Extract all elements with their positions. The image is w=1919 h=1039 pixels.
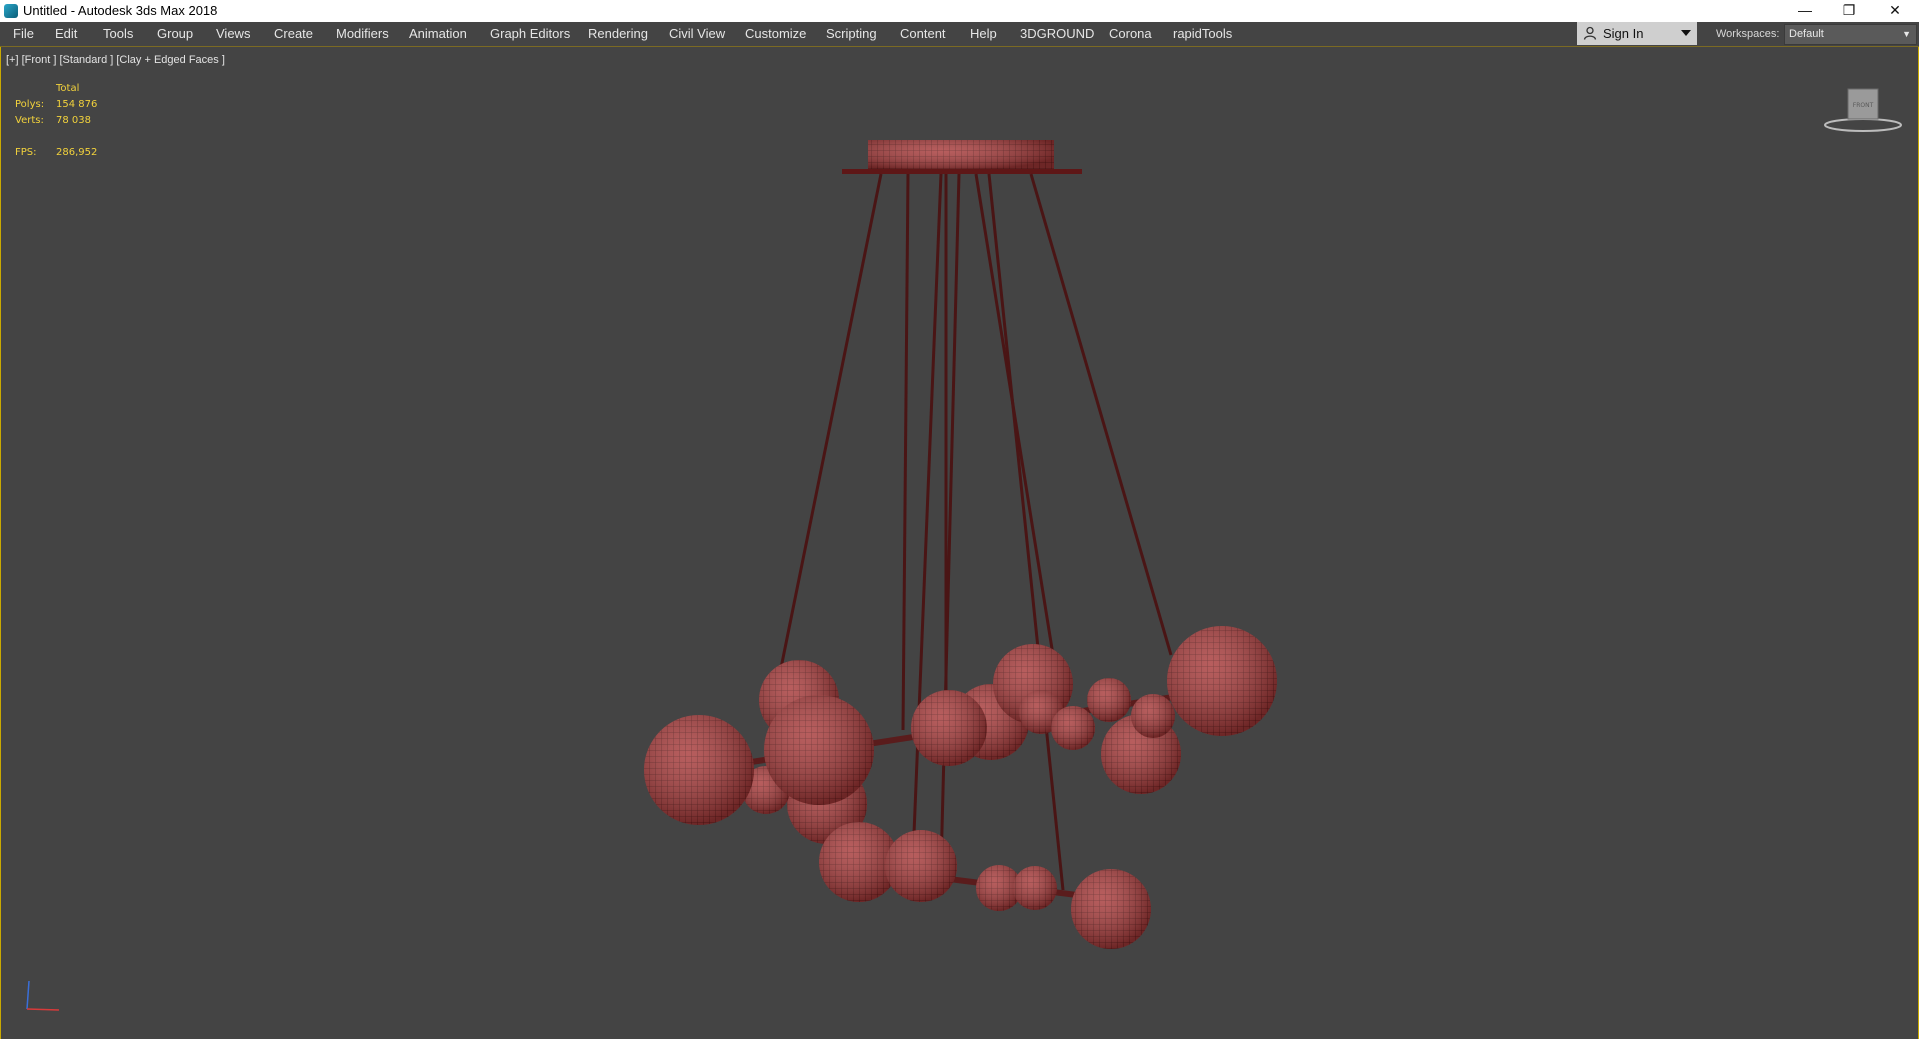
menu-animation[interactable]: Animation: [409, 22, 467, 46]
workspaces-label: Workspaces:: [1716, 28, 1780, 40]
menu-corona[interactable]: Corona: [1109, 22, 1152, 46]
menu-file[interactable]: File: [13, 22, 34, 46]
menu-customize[interactable]: Customize: [745, 22, 806, 46]
menu-modifiers[interactable]: Modifiers: [336, 22, 389, 46]
3ds-max-icon: [4, 4, 18, 18]
menu-3dground[interactable]: 3DGROUND: [1020, 22, 1094, 46]
minimize-button[interactable]: —: [1782, 0, 1828, 22]
front-viewport[interactable]: [+] [Front ] [Standard ] [Clay + Edged F…: [0, 47, 1919, 1039]
menu-views[interactable]: Views: [216, 22, 250, 46]
menu-group[interactable]: Group: [157, 22, 193, 46]
menu-rapidtools[interactable]: rapidTools: [1173, 22, 1232, 46]
menu-edit[interactable]: Edit: [55, 22, 77, 46]
menu-scripting[interactable]: Scripting: [826, 22, 877, 46]
menu-create[interactable]: Create: [274, 22, 313, 46]
ceiling-canopy: [842, 140, 1082, 174]
menu-civil-view[interactable]: Civil View: [669, 22, 725, 46]
menu-help[interactable]: Help: [970, 22, 997, 46]
window-title: Untitled - Autodesk 3ds Max 2018: [23, 3, 218, 18]
title-bar: Untitled - Autodesk 3ds Max 2018 — ❐ ✕: [0, 0, 1919, 22]
menu-content[interactable]: Content: [900, 22, 946, 46]
menu-rendering[interactable]: Rendering: [588, 22, 648, 46]
chevron-down-icon: ▼: [1902, 29, 1911, 39]
chevron-down-icon: [1681, 30, 1691, 36]
workspaces-select[interactable]: Default ▼: [1784, 24, 1917, 45]
menu-graph-editors[interactable]: Graph Editors: [490, 22, 570, 46]
person-icon: [1583, 26, 1597, 40]
restore-button[interactable]: ❐: [1826, 0, 1872, 22]
close-button[interactable]: ✕: [1872, 0, 1918, 22]
sign-in-dropdown[interactable]: Sign In: [1577, 22, 1697, 45]
sign-in-label: Sign In: [1603, 26, 1644, 41]
axis-gizmo-icon: [26, 980, 60, 1011]
viewcube-icon[interactable]: FRONT: [1823, 85, 1903, 135]
viewcube-face-label: FRONT: [1853, 102, 1874, 109]
workspace-value: Default: [1789, 28, 1824, 40]
menu-tools[interactable]: Tools: [103, 22, 133, 46]
glass-spheres: [644, 626, 1277, 949]
chandelier-model[interactable]: [1, 47, 1918, 1039]
